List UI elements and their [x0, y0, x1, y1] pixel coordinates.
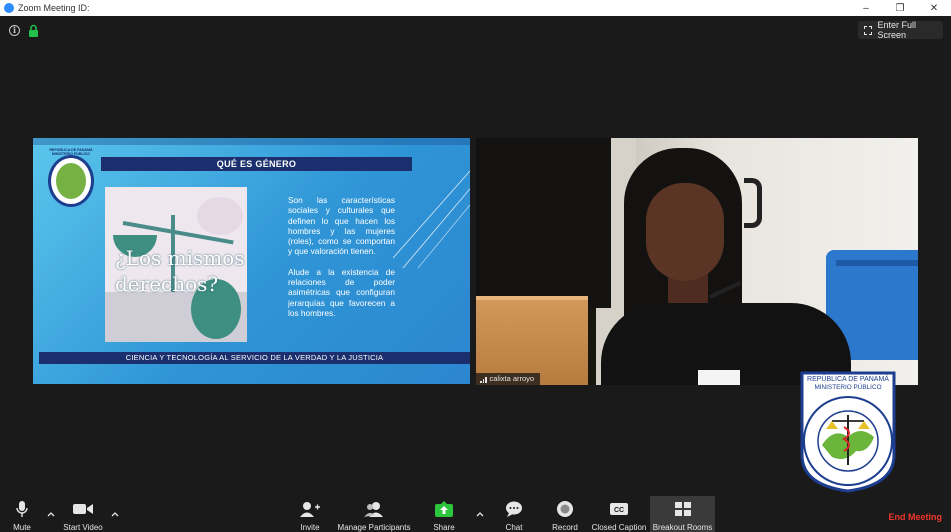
chat-button[interactable]: Chat: [499, 496, 529, 532]
slide-paragraph-2: Alude a la existencia de relaciones de p…: [288, 266, 395, 318]
breakout-rooms-label: Breakout Rooms: [652, 523, 713, 532]
slide-footer: CIENCIA Y TECNOLOGÍA AL SERVICIO DE LA V…: [39, 352, 470, 364]
video-chair-rim: [836, 260, 918, 266]
title-bar: Zoom Meeting ID: – ❐ ✕: [0, 0, 951, 16]
full-screen-label: Enter Full Screen: [877, 20, 916, 40]
add-person-icon: [298, 500, 322, 518]
share-label: Share: [433, 523, 455, 532]
slide-illustration: ¿Los mismos derechos?: [105, 187, 247, 342]
svg-text:CC: CC: [614, 507, 624, 514]
slide-paragraph-1: Son las características sociales y cultu…: [288, 195, 395, 257]
seal-line-1: REPÚBLICA DE PANAMÁ: [807, 374, 889, 383]
mute-button[interactable]: Mute: [6, 496, 38, 532]
breakout-rooms-icon: [671, 500, 695, 518]
mute-label: Mute: [13, 523, 31, 532]
illustration-caption: ¿Los mismos derechos?: [115, 245, 245, 297]
participant-shirt: [698, 370, 740, 385]
invite-button[interactable]: Invite: [294, 496, 326, 532]
close-button[interactable]: ✕: [917, 0, 951, 16]
zoom-window: Zoom Meeting ID: – ❐ ✕ i Enter Full Scre…: [0, 0, 951, 532]
slide-body-text: Son las características sociales y cultu…: [288, 195, 395, 318]
window-title: Zoom Meeting ID:: [18, 3, 90, 13]
share-screen-button[interactable]: Share: [428, 496, 460, 532]
enter-full-screen-button[interactable]: Enter Full Screen: [858, 20, 943, 40]
ministry-emblem: REPÚBLICA DE PANAMÁ MINISTERIO PÚBLICO: [45, 148, 97, 208]
closed-caption-button[interactable]: CC Closed Caption: [589, 496, 649, 532]
caption-line-2: derechos?: [115, 272, 219, 296]
record-label: Record: [552, 523, 578, 532]
seal-line-2: MINISTERIO PÚBLICO: [814, 382, 881, 391]
share-screen-icon: [432, 500, 456, 518]
window-controls: – ❐ ✕: [849, 0, 951, 16]
record-button[interactable]: Record: [548, 496, 582, 532]
record-icon: [553, 500, 577, 518]
encryption-lock-icon[interactable]: [28, 24, 39, 37]
participant-video-tile[interactable]: calixta arroyo: [476, 138, 918, 385]
headset-icon: [744, 178, 762, 228]
chat-bubble-icon: [502, 500, 526, 518]
participants-icon: [362, 500, 386, 518]
restore-button[interactable]: ❐: [883, 0, 917, 16]
zoom-app-icon: [4, 3, 14, 13]
connection-signal-icon: [480, 376, 487, 383]
manage-participants-button[interactable]: Manage Participants: [334, 496, 414, 532]
manage-participants-label: Manage Participants: [337, 523, 411, 532]
share-options-chevron-up-icon[interactable]: [476, 510, 484, 518]
meeting-top-bar: i Enter Full Screen: [0, 16, 951, 46]
participant-name: calixta arroyo: [489, 374, 535, 383]
meeting-info-icon[interactable]: i: [9, 25, 20, 36]
closed-caption-label: Closed Caption: [591, 523, 647, 532]
video-dark-area: [476, 138, 611, 308]
video-wooden-shelf: [476, 296, 588, 385]
breakout-rooms-button[interactable]: Breakout Rooms: [650, 496, 715, 532]
invite-label: Invite: [300, 523, 320, 532]
caption-line-1: ¿Los mismos: [115, 246, 245, 270]
audio-options-chevron-up-icon[interactable]: [47, 510, 55, 518]
participant-face: [646, 183, 724, 281]
start-video-label: Start Video: [63, 523, 103, 532]
microphone-icon: [10, 500, 34, 518]
full-screen-icon: [864, 25, 873, 35]
end-meeting-button[interactable]: End Meeting: [889, 512, 943, 522]
participant-name-tag: calixta arroyo: [476, 373, 541, 385]
emblem-map: [56, 163, 86, 199]
closed-caption-icon: CC: [607, 500, 631, 518]
video-options-chevron-up-icon[interactable]: [111, 510, 119, 518]
meeting-toolbar: Mute Start Video Invite Manage Participa…: [0, 496, 951, 532]
shared-screen: QUÉ ES GÉNERO REPÚBLICA DE PANAMÁ MINIST…: [33, 138, 470, 384]
illustration-bubble: [197, 197, 243, 235]
institute-seal-logo: REPÚBLICA DE PANAMÁ MINISTERIO PÚBLICO: [800, 371, 896, 493]
video-shelf-edge: [476, 296, 588, 300]
start-video-button[interactable]: Start Video: [60, 496, 106, 532]
chat-label: Chat: [505, 523, 523, 532]
video-camera-icon: [71, 500, 95, 518]
slide-header: QUÉ ES GÉNERO: [101, 157, 412, 171]
minimize-button[interactable]: –: [849, 0, 883, 16]
